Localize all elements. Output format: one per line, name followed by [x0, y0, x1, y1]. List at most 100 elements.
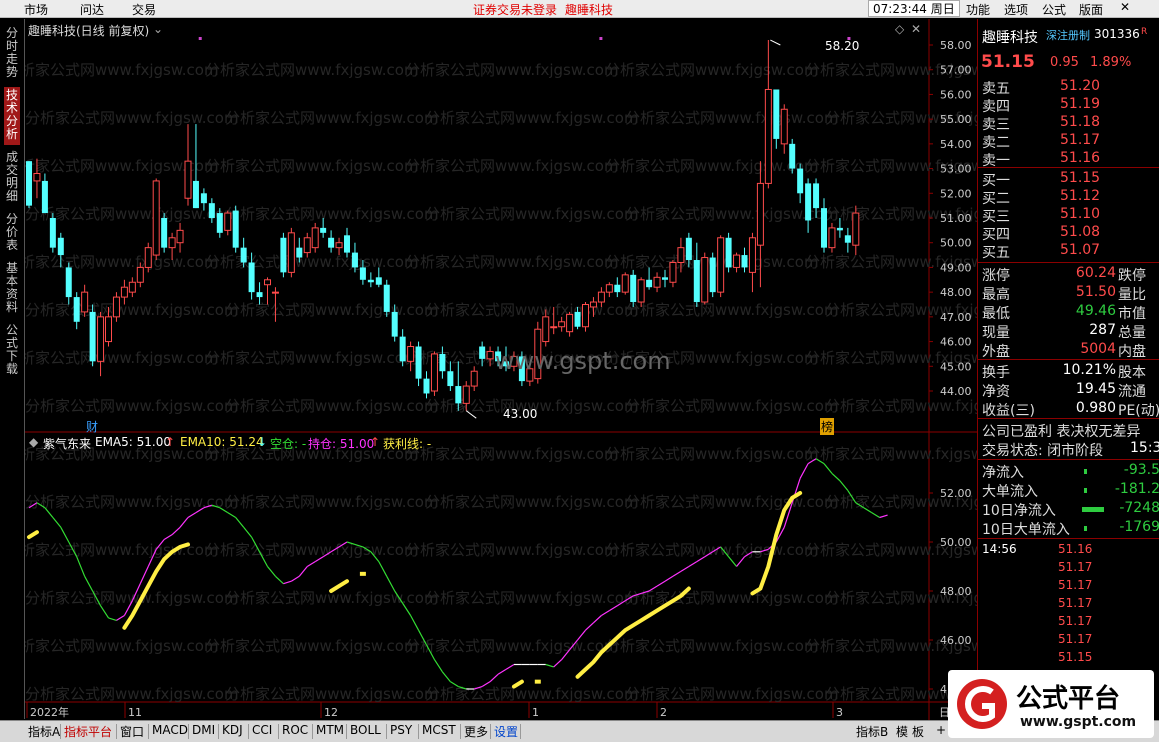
tab-separator — [188, 724, 189, 739]
bottom-tab-8[interactable]: MTM — [316, 723, 344, 737]
watermark-text: 分析家公式网www.fxjgsw.com — [605, 445, 819, 463]
candle — [144, 242, 152, 273]
menu-trade[interactable]: 交易 — [132, 1, 156, 18]
watermark-text: 分析家公式网www.fxjgsw.com — [425, 685, 639, 703]
price-tick-label: 53.00 — [940, 163, 972, 176]
flow-bar — [1084, 488, 1087, 493]
ema-segment — [593, 615, 602, 624]
menu-market[interactable]: 市场 — [24, 1, 48, 18]
bottom-tab-1[interactable]: 指标平台 — [64, 723, 112, 740]
indicator-kongcang: 空仓: - — [270, 437, 307, 451]
tick-price: 51.17 — [1058, 596, 1093, 610]
bottom-tab-11[interactable]: MCST — [422, 723, 456, 737]
watermark-text: 分析家公式网www.fxjgsw.com — [625, 493, 839, 511]
bid-row[interactable]: 买二 51.12 — [978, 187, 1159, 207]
bottom-tab-5[interactable]: KDJ — [222, 723, 243, 737]
ema-segment — [664, 575, 674, 582]
candle — [311, 222, 319, 253]
watermark-text: 分析家公式网www.fxjgsw.com — [25, 205, 239, 223]
price-change: 0.95 — [1050, 55, 1079, 70]
bottom-tab-10[interactable]: PSY — [390, 723, 412, 737]
watermark-text: 分析家公式网www.fxjgsw.com — [825, 397, 977, 415]
bottom-right-tab-3[interactable]: + — [936, 723, 946, 737]
menu-function[interactable]: 功能 — [966, 1, 990, 18]
login-notice[interactable]: 证券交易未登录 — [473, 1, 557, 18]
tick-row: 51.17 — [978, 559, 1159, 578]
tab-separator — [490, 724, 491, 739]
candle — [383, 279, 390, 317]
indicator-settings-icon[interactable]: ◆ — [29, 435, 38, 449]
left-tab-3[interactable]: 分价表 — [4, 211, 20, 256]
candle — [797, 163, 804, 204]
candle — [637, 277, 645, 307]
bid-price: 51.10 — [1060, 206, 1101, 222]
chevron-down-icon[interactable]: ⌄ — [153, 22, 163, 36]
stat-label: 外盘 — [982, 344, 1010, 360]
watermark-text: 分析家公式网www.fxjgsw.com — [25, 685, 239, 703]
flow-label: 10日净流入 — [982, 503, 1056, 519]
close-chart-icon[interactable]: ✕ — [911, 22, 921, 36]
price-tick-label: 50.00 — [940, 237, 972, 250]
price-tick-label: 47.00 — [940, 311, 972, 324]
candle — [26, 161, 32, 209]
left-tab-4[interactable]: 基本资料 — [4, 260, 20, 318]
menu-layout[interactable]: 版面 — [1079, 1, 1103, 18]
ask-row[interactable]: 卖一 51.16 — [978, 149, 1159, 169]
tick-row: 51.17 — [978, 577, 1159, 596]
ask-row[interactable]: 卖五 51.20 — [978, 77, 1159, 97]
ask-row[interactable]: 卖三 51.18 — [978, 113, 1159, 133]
bottom-right-tab-2[interactable]: 板 — [912, 723, 924, 740]
stat2-row: 收益(三) 0.980 PE(动) — [978, 399, 1159, 419]
diamond-icon[interactable]: ◇ — [895, 22, 904, 36]
indicator-name: 紫气东来 — [43, 437, 92, 451]
left-tab-0[interactable]: 分时走势 — [4, 25, 20, 83]
up-arrow-icon-2: ↑ — [370, 435, 381, 449]
quote-panel: 趣睡科技 深注册制 301336 R 51.15 0.95 1.89% 卖五 51… — [977, 19, 1159, 720]
bottom-tab-3[interactable]: MACD — [152, 723, 188, 737]
bottom-tab-6[interactable]: CCI — [252, 723, 272, 737]
bottom-tab-0[interactable]: 指标A — [28, 723, 60, 740]
bottom-tab-2[interactable]: 窗口 — [120, 723, 144, 740]
ask-row[interactable]: 卖四 51.19 — [978, 95, 1159, 115]
bottom-tab-7[interactable]: ROC — [282, 723, 308, 737]
ema-segment — [60, 527, 70, 543]
bottom-tab-12[interactable]: 更多 — [464, 723, 488, 740]
ask-row[interactable]: 卖二 51.17 — [978, 131, 1159, 151]
top-menu-bar: 市场 问达 交易 证券交易未登录 趣睡科技 07:23:44 周日 功能 选项 … — [0, 0, 1159, 18]
left-tab-2[interactable]: 成交明细 — [4, 149, 20, 207]
candle — [112, 292, 120, 322]
bottom-tab-9[interactable]: BOLL — [350, 723, 381, 737]
stat-label: 现量 — [982, 325, 1010, 341]
ranking-marker[interactable]: 榜 — [820, 418, 835, 435]
bottom-tab-4[interactable]: DMI — [192, 723, 215, 737]
ema-segment — [433, 659, 443, 673]
date-label: 11 — [128, 706, 142, 719]
finance-marker[interactable]: 财 — [86, 418, 98, 435]
stat-label-2: 量比 — [1118, 287, 1146, 303]
candle — [630, 269, 637, 307]
menu-options[interactable]: 选项 — [1004, 1, 1028, 18]
price-change-pct: 1.89% — [1090, 55, 1132, 70]
tab-separator — [460, 724, 461, 739]
bid-row[interactable]: 买三 51.10 — [978, 205, 1159, 225]
watermark-text: 分析家公式网www.fxjgsw.com — [25, 61, 219, 79]
ema-segment — [680, 565, 690, 572]
bid-row[interactable]: 买五 51.07 — [978, 241, 1159, 261]
menu-formula[interactable]: 公式 — [1042, 1, 1066, 18]
date-label: 3 — [836, 706, 843, 719]
chart-panel[interactable]: 分析家公式网www.fxjgsw.com 分析家公式网www.fxjgsw.com… — [25, 19, 977, 720]
ema-segment — [116, 614, 125, 621]
close-icon[interactable]: ✕ — [1120, 0, 1130, 14]
left-tab-5[interactable]: 公式下载 — [4, 322, 20, 380]
bottom-right-tab-1[interactable]: 模 — [896, 723, 908, 740]
menu-wenda[interactable]: 问达 — [80, 1, 104, 18]
bottom-right-tab-0[interactable]: 指标B — [856, 723, 888, 740]
ema-segment — [553, 659, 563, 668]
candle — [773, 89, 780, 149]
bid-row[interactable]: 买四 51.08 — [978, 223, 1159, 243]
tab-separator — [418, 724, 419, 739]
left-tab-1[interactable]: 技术分析 — [4, 87, 20, 145]
bottom-tab-13[interactable]: 设置 — [494, 723, 518, 740]
bid-row[interactable]: 买一 51.15 — [978, 169, 1159, 189]
registration-tag: 深注册制 — [1046, 29, 1090, 42]
